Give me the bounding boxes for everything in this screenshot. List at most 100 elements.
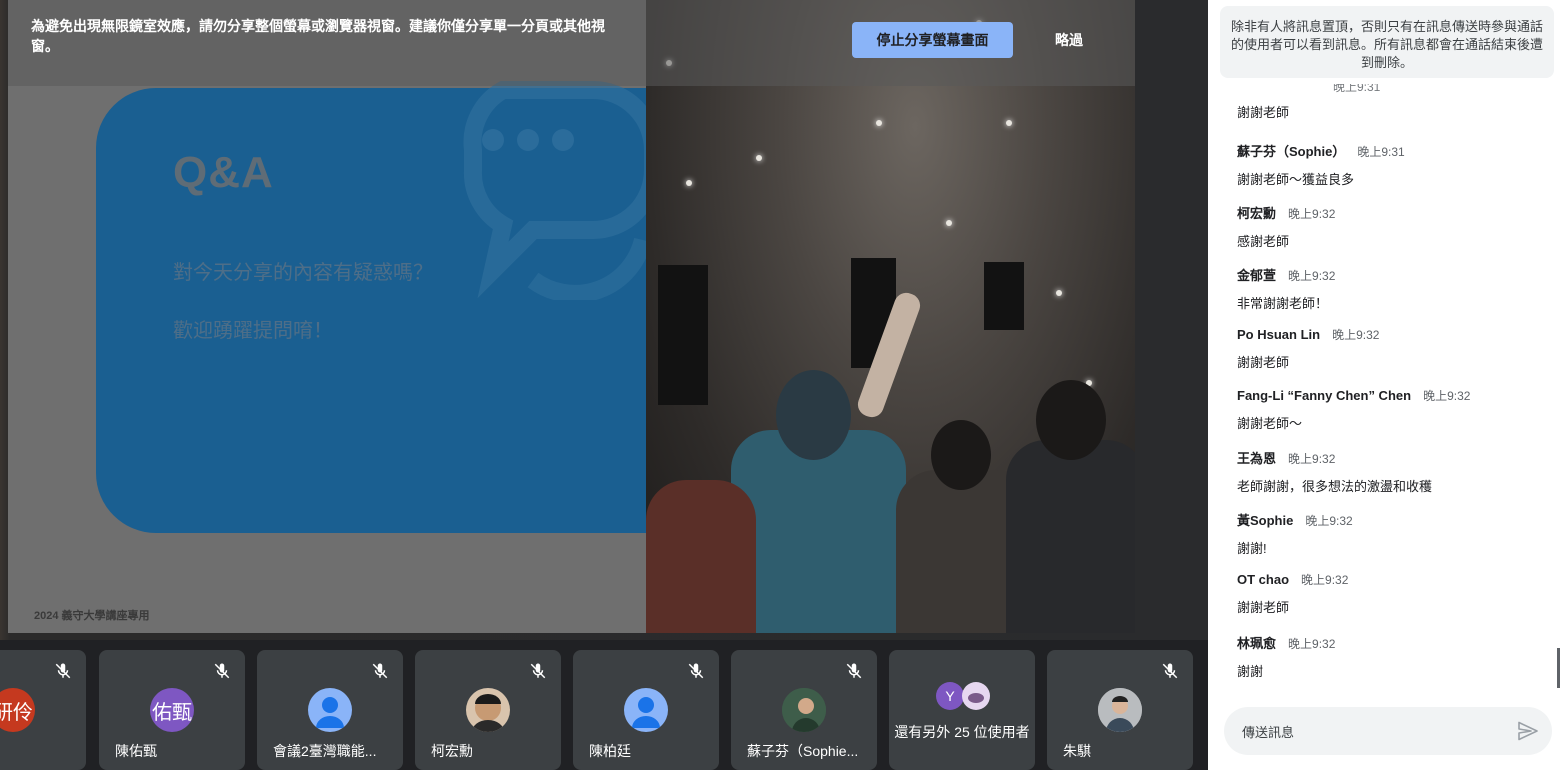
audience-head [776, 370, 851, 460]
main-stage: Q&A 對今天分享的內容有疑惑嗎？ 歡迎踴躍提問唷！ 2024 義守大學講座專用 [0, 0, 1208, 770]
wall-speaker [658, 265, 708, 405]
avatar [782, 688, 826, 732]
message-item: 黃Sophie 晚上9:32 謝謝! [1237, 510, 1547, 557]
participant-tile[interactable]: 佑甄 陳佑甄 [99, 650, 245, 770]
chat-bubble-graphic [463, 81, 662, 300]
message-sender: 柯宏勳 [1237, 206, 1277, 221]
message-text: 謝謝 [1237, 664, 1264, 679]
chat-panel: 除非有人將訊息置頂，否則只有在訊息傳送時參與通話的使用者可以看到訊息。所有訊息都… [1208, 0, 1560, 770]
participant-name: 陳柏廷 [589, 743, 631, 759]
slide-text-line: 歡迎踴躍提問唷！ [173, 320, 333, 342]
participant-name: 柯宏勳 [431, 743, 473, 759]
message-time: 晚上9:32 [1288, 269, 1336, 283]
audience-photo [646, 0, 1135, 633]
message-input[interactable] [1240, 707, 1514, 757]
avatar: Y [936, 682, 964, 710]
slide-footer: 2024 義守大學講座專用 [34, 610, 150, 622]
screen-share-preview: Q&A 對今天分享的內容有疑惑嗎？ 歡迎踴躍提問唷！ 2024 義守大學講座專用 [8, 0, 1135, 633]
avatar: 佑甄 [150, 688, 194, 732]
message-sender: Po Hsuan Lin [1237, 327, 1321, 342]
ceiling-light [1056, 290, 1062, 296]
mic-off-icon [688, 663, 704, 679]
message-sender: 林珮愈 [1237, 636, 1277, 651]
ceiling-light [756, 155, 762, 161]
slide-text-line: 對今天分享的內容有疑惑嗎？ [173, 262, 433, 284]
message-item: 王為恩 晚上9:32 老師謝謝，很多想法的激盪和收穫 [1237, 448, 1547, 495]
message-time: 晚上9:32 [1301, 573, 1349, 587]
message-text: 謝謝老師 [1237, 600, 1290, 615]
stop-sharing-button[interactable]: 停止分享螢幕畫面 [852, 22, 1013, 58]
participant-name: 會議2臺灣職能... [273, 743, 377, 759]
audience-head [931, 420, 991, 490]
participant-tile[interactable]: 會議2臺灣職能... [257, 650, 403, 770]
chat-notice: 除非有人將訊息置頂，否則只有在訊息傳送時參與通話的使用者可以看到訊息。所有訊息都… [1220, 6, 1554, 78]
message-text: 謝謝! [1237, 541, 1267, 556]
message-item: OT chao 晚上9:32 謝謝老師 [1237, 571, 1547, 616]
ceiling-light [1006, 120, 1012, 126]
participant-name: 朱騏 [1063, 743, 1091, 759]
message-time: 晚上9:32 [1332, 328, 1380, 342]
message-text: 謝謝老師 [1237, 105, 1290, 120]
avatar [962, 682, 990, 710]
message-sender: 王為恩 [1237, 451, 1277, 466]
message-sender: OT chao [1237, 572, 1290, 587]
message-item: 晚上9:31 [1237, 84, 1547, 96]
mic-off-icon [372, 663, 388, 679]
message-time: 晚上9:32 [1288, 637, 1336, 651]
message-list[interactable]: 晚上9:31 謝謝老師 蘇子芬（Sophie） 晚上9:31 謝謝老師～獲益良多 … [1208, 84, 1560, 684]
message-time: 晚上9:32 [1305, 514, 1353, 528]
audience-person [646, 480, 756, 633]
message-time: 晚上9:32 [1423, 389, 1471, 403]
more-participants-tile[interactable]: Y 還有另外 25 位使用者 [889, 650, 1035, 770]
message-text: 老師謝謝，很多想法的激盪和收穫 [1237, 479, 1433, 494]
message-sender: 蘇子芬（Sophie） [1237, 144, 1346, 159]
dismiss-button[interactable]: 略過 [1042, 22, 1096, 58]
ceiling-light [946, 220, 952, 226]
message-text: 感謝老師 [1237, 234, 1290, 249]
message-item: 金郁萱 晚上9:32 非常謝謝老師！ [1237, 265, 1547, 312]
message-item: 謝謝老師 [1237, 102, 1547, 121]
participant-tile[interactable]: 朱騏 [1047, 650, 1193, 770]
audience-person [731, 430, 906, 633]
message-composer [1224, 707, 1552, 757]
message-time: 晚上9:31 [1357, 145, 1405, 159]
more-participants-label: 還有另外 25 位使用者 [894, 724, 1030, 740]
participant-tile[interactable]: 研伶 [0, 650, 86, 770]
person-icon [308, 688, 352, 732]
audience-head [1036, 380, 1106, 460]
avatar [1098, 688, 1142, 732]
presentation-slide: Q&A 對今天分享的內容有疑惑嗎？ 歡迎踴躍提問唷！ 2024 義守大學講座專用 [8, 0, 696, 633]
participant-tile[interactable]: 蘇子芬（Sophie... [731, 650, 877, 770]
ceiling-light [876, 120, 882, 126]
participant-tile[interactable]: 柯宏勳 [415, 650, 561, 770]
message-item: Fang-Li “Fanny Chen” Chen 晚上9:32 謝謝老師～ [1237, 387, 1547, 432]
message-time: 晚上9:32 [1288, 207, 1336, 221]
participant-name: 陳佑甄 [115, 743, 157, 759]
message-item: 林珮愈 晚上9:32 謝謝 [1237, 633, 1547, 680]
avatar: 研伶 [0, 688, 35, 732]
message-sender: 金郁萱 [1237, 268, 1277, 283]
mic-off-icon [214, 663, 230, 679]
person-icon [624, 688, 668, 732]
message-text: 謝謝老師 [1237, 355, 1290, 370]
message-time: 晚上9:31 [1333, 84, 1381, 94]
message-item: 柯宏勳 晚上9:32 感謝老師 [1237, 203, 1547, 250]
mic-off-icon [55, 663, 71, 679]
message-time: 晚上9:32 [1288, 452, 1336, 466]
participant-tile[interactable]: 陳柏廷 [573, 650, 719, 770]
message-item: Po Hsuan Lin 晚上9:32 謝謝老師 [1237, 326, 1547, 371]
mic-off-icon [530, 663, 546, 679]
message-sender: Fang-Li “Fanny Chen” Chen [1237, 388, 1412, 403]
message-text: 謝謝老師～ [1237, 416, 1303, 431]
participant-name: 蘇子芬（Sophie... [747, 743, 859, 759]
slide-title: Q&A [173, 148, 274, 197]
mic-off-icon [1162, 663, 1178, 679]
message-text: 非常謝謝老師！ [1237, 296, 1329, 311]
mirror-warning-text: 為避免出現無限鏡室效應，請勿分享整個螢幕或瀏覽器視窗。建議你僅分享單一分頁或其他… [31, 18, 605, 54]
wall-speaker [984, 262, 1024, 330]
avatar [466, 688, 510, 732]
mic-off-icon [846, 663, 862, 679]
send-icon[interactable] [1516, 719, 1540, 743]
audience-person [1006, 440, 1135, 633]
ceiling-light [686, 180, 692, 186]
